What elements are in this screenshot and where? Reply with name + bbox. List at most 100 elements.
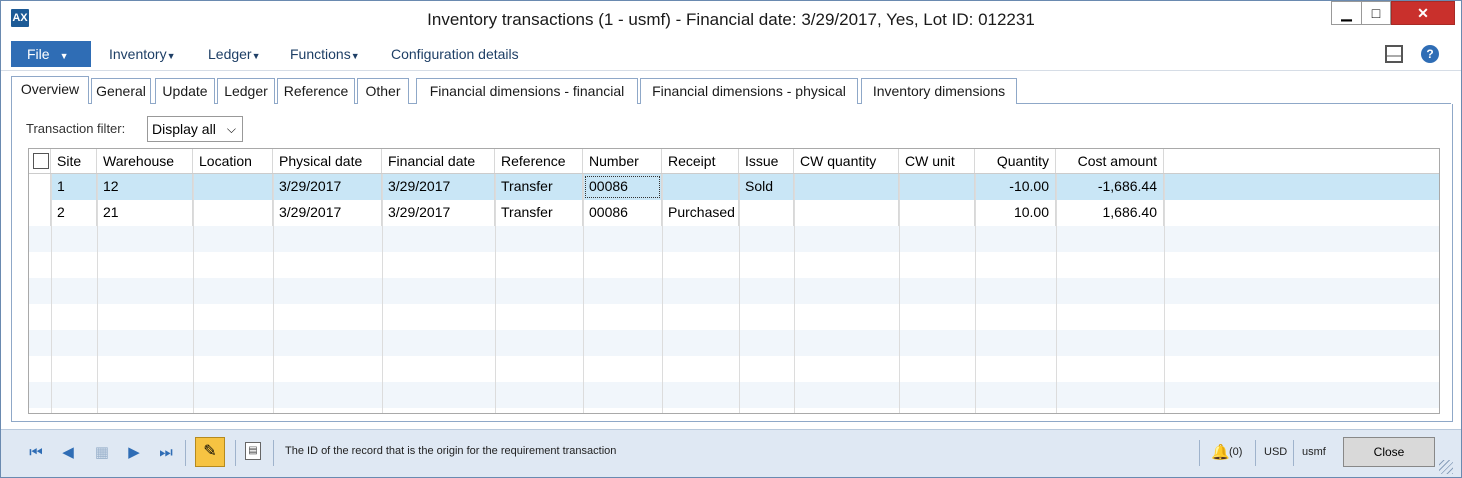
menu-config-label: Configuration details — [391, 46, 519, 62]
notification-bell-icon[interactable]: 🔔 — [1211, 443, 1230, 461]
tab-inventory-dimensions[interactable]: Inventory dimensions — [861, 78, 1017, 104]
column-header-quantity[interactable]: Quantity — [975, 149, 1056, 173]
transaction-filter-label: Transaction filter: — [26, 121, 126, 136]
empty-row — [29, 252, 1439, 278]
row-selector[interactable] — [29, 174, 51, 200]
cell-location[interactable] — [193, 200, 273, 226]
cell-quantity[interactable]: -10.00 — [975, 174, 1056, 200]
separator — [1293, 440, 1294, 466]
panel-icon[interactable] — [1385, 45, 1403, 63]
cell-warehouse[interactable]: 12 — [97, 174, 193, 200]
close-icon[interactable]: ✕ — [1391, 1, 1455, 25]
tab-label: Inventory dimensions — [872, 83, 1006, 99]
tab-label: Update — [162, 83, 208, 99]
close-button[interactable]: Close — [1343, 437, 1435, 467]
column-header-number[interactable]: Number — [583, 149, 662, 173]
minimize-icon[interactable]: ▁ — [1331, 1, 1361, 25]
select-all-checkbox[interactable] — [33, 153, 49, 169]
tab-financial-dimensions-financial[interactable]: Financial dimensions - financial — [416, 78, 638, 104]
tab-bar: Overview General Update Ledger Reference… — [11, 76, 1451, 105]
transaction-filter-value: Display all — [152, 121, 216, 137]
select-all-cell — [29, 149, 51, 173]
cell-number[interactable]: 00086 — [583, 174, 662, 200]
cell-receipt[interactable]: Purchased — [662, 200, 739, 226]
column-header-location[interactable]: Location — [193, 149, 273, 173]
empty-row — [29, 226, 1439, 252]
cell-financial-date[interactable]: 3/29/2017 — [382, 200, 495, 226]
cell-cost-amount[interactable]: 1,686.40 — [1056, 200, 1164, 226]
separator — [235, 440, 236, 466]
document-attachment-icon[interactable]: ▤ — [245, 442, 261, 460]
cell-physical-date[interactable]: 3/29/2017 — [273, 174, 382, 200]
cell-cw-unit[interactable] — [899, 200, 975, 226]
menu-configuration-details[interactable]: Configuration details — [391, 46, 519, 62]
empty-row — [29, 330, 1439, 356]
row-selector[interactable] — [29, 200, 51, 226]
cell-issue[interactable] — [739, 200, 794, 226]
column-divider — [794, 174, 795, 413]
column-header-physical-date[interactable]: Physical date — [273, 149, 382, 173]
cell-reference[interactable]: Transfer — [495, 174, 583, 200]
menu-functions[interactable]: Functions▼ — [290, 46, 360, 62]
cell-physical-date[interactable]: 3/29/2017 — [273, 200, 382, 226]
cell-location[interactable] — [193, 174, 273, 200]
column-header-site[interactable]: Site — [51, 149, 97, 173]
previous-record-icon[interactable]: ◀ — [59, 444, 77, 462]
currency-indicator[interactable]: USD — [1264, 446, 1287, 458]
grid-view-icon[interactable]: ▦ — [93, 444, 111, 462]
tab-overview[interactable]: Overview — [11, 76, 89, 105]
cell-cw-quantity[interactable] — [794, 174, 899, 200]
column-header-warehouse[interactable]: Warehouse — [97, 149, 193, 173]
cell-cw-quantity[interactable] — [794, 200, 899, 226]
help-icon[interactable]: ? — [1421, 45, 1439, 63]
chevron-down-icon: ▼ — [59, 51, 69, 61]
tab-label: Other — [365, 83, 401, 99]
edit-pencil-icon[interactable]: ✎ — [195, 437, 225, 467]
column-header-cost-amount[interactable]: Cost amount — [1056, 149, 1164, 173]
cell-warehouse[interactable]: 21 — [97, 200, 193, 226]
chevron-down-icon: ⌵ — [226, 122, 236, 136]
column-header-issue[interactable]: Issue — [739, 149, 794, 173]
transaction-filter-select[interactable]: Display all ⌵ — [147, 116, 243, 142]
resize-grip-icon[interactable] — [1439, 460, 1453, 474]
maximize-icon[interactable]: □ — [1361, 1, 1391, 25]
cell-cw-unit[interactable] — [899, 174, 975, 200]
menu-bar: File ▼ Inventory▼ Ledger▼ Functions▼ Conf… — [1, 39, 1461, 71]
cell-cost-amount[interactable]: -1,686.44 — [1056, 174, 1164, 200]
notification-count[interactable]: (0) — [1229, 446, 1242, 458]
tab-ledger[interactable]: Ledger — [217, 78, 275, 104]
next-record-icon[interactable]: ▶ — [125, 444, 143, 462]
company-indicator[interactable]: usmf — [1302, 446, 1326, 458]
column-header-receipt[interactable]: Receipt — [662, 149, 739, 173]
column-divider — [273, 174, 274, 413]
cell-receipt[interactable] — [662, 174, 739, 200]
cell-site[interactable]: 1 — [51, 174, 97, 200]
last-record-icon[interactable]: ⏭ — [157, 444, 175, 462]
cell-issue[interactable]: Sold — [739, 174, 794, 200]
table-row[interactable]: 2 21 3/29/2017 3/29/2017 Transfer 00086 … — [29, 200, 1439, 226]
tab-reference[interactable]: Reference — [277, 78, 355, 104]
cell-site[interactable]: 2 — [51, 200, 97, 226]
file-menu-button[interactable]: File ▼ — [11, 41, 91, 67]
transactions-grid: Site Warehouse Location Physical date Fi… — [28, 148, 1440, 414]
tab-label: Financial dimensions - physical — [652, 83, 846, 99]
tab-general[interactable]: General — [91, 78, 151, 104]
column-header-cw-quantity[interactable]: CW quantity — [794, 149, 899, 173]
empty-row — [29, 382, 1439, 408]
cell-number[interactable]: 00086 — [583, 200, 662, 226]
empty-row — [29, 356, 1439, 382]
tab-update[interactable]: Update — [155, 78, 215, 104]
table-row[interactable]: 1 12 3/29/2017 3/29/2017 Transfer 00086 … — [29, 174, 1439, 200]
menu-ledger[interactable]: Ledger▼ — [208, 46, 261, 62]
menu-inventory[interactable]: Inventory▼ — [109, 46, 176, 62]
cell-quantity[interactable]: 10.00 — [975, 200, 1056, 226]
column-header-reference[interactable]: Reference — [495, 149, 583, 173]
cell-financial-date[interactable]: 3/29/2017 — [382, 174, 495, 200]
column-header-cw-unit[interactable]: CW unit — [899, 149, 975, 173]
column-header-financial-date[interactable]: Financial date — [382, 149, 495, 173]
first-record-icon[interactable]: ⏮ — [27, 444, 45, 462]
cell-reference[interactable]: Transfer — [495, 200, 583, 226]
grid-header: Site Warehouse Location Physical date Fi… — [29, 149, 1439, 174]
tab-financial-dimensions-physical[interactable]: Financial dimensions - physical — [640, 78, 858, 104]
tab-other[interactable]: Other — [357, 78, 409, 104]
